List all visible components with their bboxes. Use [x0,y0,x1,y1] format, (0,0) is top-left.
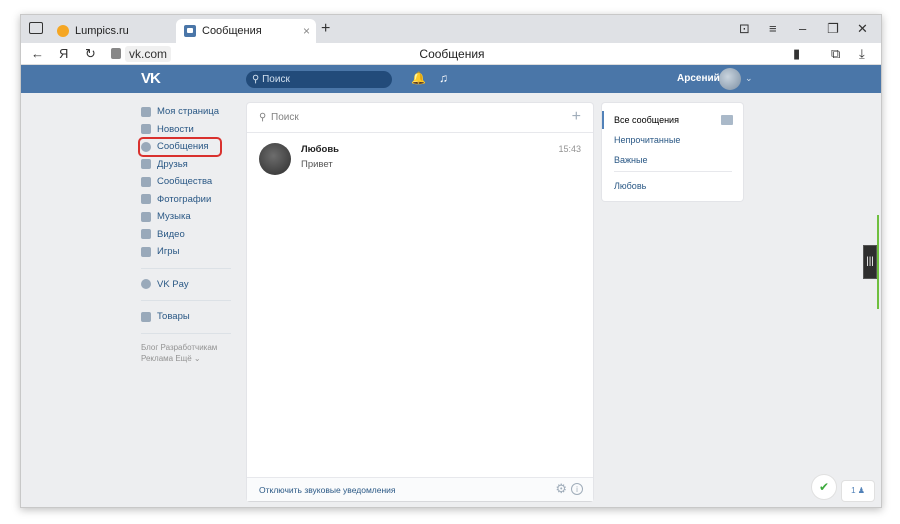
sidebar-item-label: Новости [157,123,194,135]
new-chat-button[interactable]: + [572,108,581,126]
divider [141,267,231,269]
sidebar-item-label: VK Pay [157,278,189,290]
filters-panel: Все сообщения Непрочитанные Важные Любов… [602,103,743,201]
sidebar-item-games[interactable]: Игры [141,243,231,261]
tab-bar: Lumpics.ru Сообщения × + ⊡ ≡ – ❐ ✕ [21,15,881,43]
dialog-item[interactable]: Любовь Привет 15:43 [247,139,593,179]
mute-sounds-link[interactable]: Отключить звуковые уведомления [259,485,396,495]
bag-icon [141,311,151,322]
sidebar-item-photos[interactable]: Фотографии [141,191,231,209]
envelope-icon[interactable] [721,115,733,125]
filter-all[interactable]: Все сообщения [602,111,743,129]
sidebar-item-vkpay[interactable]: VK Pay [141,276,231,294]
dialogs-search[interactable]: ⚲ Поиск + [247,103,593,133]
tab-close-icon[interactable]: × [303,24,310,38]
tab-messages[interactable]: Сообщения × [176,19,316,43]
browser-window: Lumpics.ru Сообщения × + ⊡ ≡ – ❐ ✕ ← Я ↻… [20,14,882,508]
home-icon [141,106,151,117]
filter-unread[interactable]: Непрочитанные [602,131,743,149]
dialog-message: Привет [301,159,333,170]
sidebar-item-label: Видео [157,228,185,240]
tab-label: Сообщения [202,25,262,37]
film-icon [141,229,151,240]
user-name[interactable]: Арсений [677,73,720,84]
divider [141,300,231,301]
download-icon[interactable]: ⤓ [859,46,865,62]
users-icon [141,176,151,187]
sidebar-item-label: Сообщества [157,176,213,188]
sidebar-item-friends[interactable]: Друзья [141,156,231,174]
divider [614,171,732,172]
header-search-placeholder: Поиск [262,74,290,85]
header-search-input[interactable]: ⚲ Поиск [246,71,392,88]
footer-line[interactable]: Блог Разработчикам [141,342,231,353]
minimize-button[interactable]: – [799,21,806,36]
chevron-down-icon[interactable]: ⌄ [745,73,753,84]
vk-favicon-icon [184,25,196,37]
search-icon: ⚲ [252,74,263,85]
tab-lumpics[interactable]: Lumpics.ru [57,19,177,43]
edge-indicator [877,215,879,309]
bell-icon[interactable]: 🔔 [411,71,426,85]
filter-label: Важные [614,155,648,165]
scroll-grip-handle[interactable]: ||| [863,245,877,279]
filter-contact[interactable]: Любовь [602,177,743,195]
sidebar-item-music[interactable]: Музыка [141,208,231,226]
music-icon[interactable]: ♫ [439,71,448,85]
camera-icon [141,194,151,205]
sidebar-item-video[interactable]: Видео [141,226,231,244]
vk-logo[interactable]: VK [141,70,161,87]
highlight-frame [138,137,222,157]
tab-label: Lumpics.ru [75,25,129,37]
sidebar-item-my-page[interactable]: Моя страница [141,103,231,121]
avatar[interactable] [259,143,291,175]
filter-label: Все сообщения [614,115,679,125]
sidebar-item-label: Друзья [157,158,188,170]
vkpay-icon [141,279,151,290]
footer-line[interactable]: Реклама Ещё ⌄ [141,353,231,364]
sidebar-item-label: Игры [157,246,180,258]
divider [141,332,231,334]
gear-icon[interactable]: ⚙ [555,481,567,497]
filter-important[interactable]: Важные [602,151,743,169]
restore-button[interactable]: ❐ [827,21,839,37]
filter-label: Любовь [614,181,647,191]
sidebar-item-goods[interactable]: Товары [141,308,231,326]
info-icon[interactable]: i [571,483,583,495]
online-friends-button[interactable]: 1 ♟ [842,481,874,501]
user-icon [141,159,151,170]
dialog-name: Любовь [301,144,340,155]
sidebar-toggle-icon[interactable] [29,22,43,34]
page-title: Сообщения [419,47,485,61]
filter-label: Непрочитанные [614,135,681,145]
menu-icon[interactable]: ≡ [769,21,777,36]
protect-icon[interactable]: ⧉ [831,46,840,62]
footer-links[interactable]: Блог Разработчикам Реклама Ещё ⌄ [141,342,231,364]
sidebar-item-label: Фотографии [157,193,212,205]
music-note-icon [141,211,151,222]
lumpics-favicon-icon [57,25,69,37]
sidebar-item-label: Товары [157,311,190,323]
reader-mode-icon[interactable]: ⊡ [739,21,750,37]
vk-header: VK ⚲ Поиск 🔔 ♫ Арсений ⌄ [21,65,881,93]
dialogs-footer: Отключить звуковые уведомления ⚙ i [247,477,593,501]
new-tab-button[interactable]: + [321,20,330,38]
bookmark-icon[interactable]: ▮ [793,46,800,62]
shield-icon[interactable]: ✔ [812,475,836,499]
dialog-time: 15:43 [558,144,581,154]
sidebar-item-label: Моя страница [157,106,220,118]
dialogs-search-placeholder[interactable]: Поиск [271,112,299,123]
search-icon: ⚲ [259,112,267,123]
address-bar: ← Я ↻ vk.com Сообщения ▮ ⧉ ⤓ [21,43,881,65]
close-window-button[interactable]: ✕ [857,21,868,37]
news-icon [141,124,151,135]
sidebar-item-news[interactable]: Новости [141,121,231,139]
sidebar-item-label: Музыка [157,211,191,223]
dialogs-panel: ⚲ Поиск + Любовь Привет 15:43 Отключить … [247,103,593,501]
sidebar-item-communities[interactable]: Сообщества [141,173,231,191]
gamepad-icon [141,246,151,257]
avatar[interactable] [719,68,741,90]
